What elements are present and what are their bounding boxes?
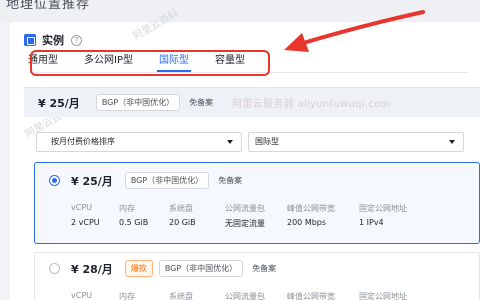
plan-option-header: ¥ 25/月 BGP（非中国优化） 免备案 [71, 172, 251, 189]
spec-header: 固定公网地址 [359, 292, 407, 300]
spec-value-memory: 0.5 GiB [119, 218, 149, 227]
plan-radio[interactable] [49, 175, 60, 186]
spec-value-bandwidth: 200 Mbps [287, 218, 327, 227]
spec-header: 固定公网地址 [359, 204, 407, 213]
instance-category-select[interactable]: 国际型 [248, 132, 464, 152]
spec-header: 系统盘 [169, 204, 193, 213]
spec-value-public-ip: 1 IPv4 [359, 218, 384, 227]
spec-value-traffic: 无固定流量 [225, 219, 265, 228]
spec-header: 峰值公网带宽 [287, 292, 335, 300]
plan-radio[interactable] [49, 263, 60, 274]
spec-header: 峰值公网带宽 [287, 204, 335, 213]
sort-select-value: 按月付费价格排序 [51, 137, 115, 146]
caret-down-icon [449, 140, 455, 144]
plan-price: ¥ 28/月 [71, 262, 113, 276]
spec-header: vCPU [71, 291, 92, 300]
plan-network-tag: BGP（非中国优化） [124, 172, 210, 189]
plan-network-tag: BGP（非中国优化） [158, 260, 244, 277]
plan-hot-tag: 爆款 [124, 260, 153, 277]
plan-option[interactable]: ¥ 25/月 BGP（非中国优化） 免备案 vCPU 内存 系统盘 公网流量包 … [34, 162, 480, 244]
spec-header: 公网流量包 [225, 204, 265, 213]
plan-spec-grid: vCPU 内存 系统盘 公网流量包 峰值公网带宽 固定公网地址 [71, 291, 439, 300]
sort-select[interactable]: 按月付费价格排序 [36, 132, 242, 152]
header-fragment: 地理位置推荐 [6, 0, 91, 12]
plan-price: ¥ 25/月 [71, 174, 113, 188]
spec-header: 系统盘 [169, 292, 193, 300]
summary-filing-tag: 免备案 [189, 98, 214, 107]
selected-summary-bar: ¥ 25/月 BGP（非中国优化） 免备案 阿里云服务器 aliyunfuwuq… [24, 87, 480, 117]
help-icon[interactable]: ? [71, 34, 82, 46]
spec-value-system-disk: 20 GiB [169, 218, 196, 227]
instance-category-select-value: 国际型 [255, 137, 279, 146]
plan-option-header: ¥ 28/月 爆款 BGP（非中国优化） 免备案 [71, 260, 285, 277]
page-header-strip: 地理位置推荐 [0, 0, 480, 22]
plan-filing-tag: 免备案 [218, 176, 243, 185]
instance-cube-icon [24, 34, 36, 46]
spec-value-vcpu: 2 vCPU [71, 218, 100, 227]
caret-down-icon [227, 140, 233, 144]
spec-header: 内存 [119, 204, 135, 213]
promo-watermark-text: 阿里云服务器 aliyunfuwuqi.com [232, 99, 391, 110]
spec-header: 公网流量包 [225, 292, 265, 300]
summary-network-tag: BGP（非中国优化） [95, 94, 181, 111]
summary-price: ¥ 25/月 [38, 96, 80, 110]
instance-section-header: 实例 ? [24, 32, 82, 48]
plan-option[interactable]: ¥ 28/月 爆款 BGP（非中国优化） 免备案 vCPU 内存 系统盘 公网流… [34, 252, 480, 300]
plan-spec-grid: vCPU 内存 系统盘 公网流量包 峰值公网带宽 固定公网地址 2 vCPU 0… [71, 203, 439, 229]
spec-header: 内存 [119, 292, 135, 300]
tabs-highlight-annotation [30, 50, 270, 76]
spec-header: vCPU [71, 203, 92, 212]
section-title: 实例 [42, 34, 64, 47]
plan-filing-tag: 免备案 [252, 264, 277, 273]
